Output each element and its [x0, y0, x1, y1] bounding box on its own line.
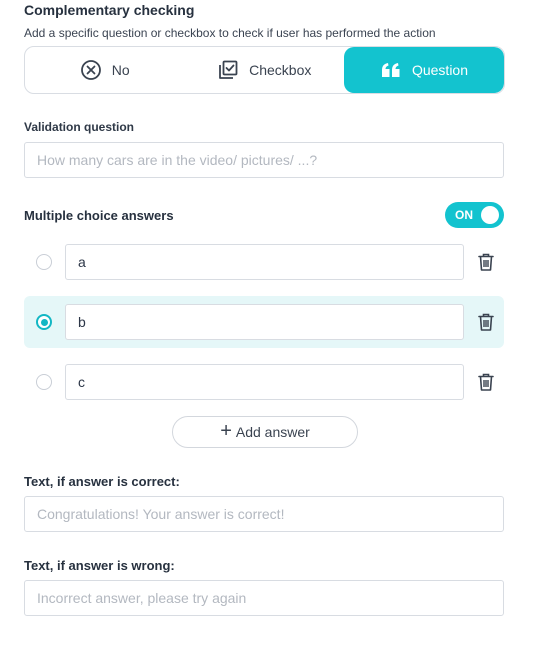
mode-option-question[interactable]: Question [344, 47, 504, 93]
add-answer-button[interactable]: + Add answer [172, 416, 358, 448]
answer-radio[interactable] [36, 374, 52, 390]
correct-text-label: Text, if answer is correct: [24, 474, 180, 489]
answer-radio[interactable] [36, 254, 52, 270]
answer-input[interactable]: a [65, 244, 464, 280]
mode-option-checkbox[interactable]: Checkbox [185, 47, 345, 93]
answer-row: c [24, 356, 504, 408]
answer-input[interactable]: c [65, 364, 464, 400]
trash-icon[interactable] [477, 252, 495, 272]
validation-question-input[interactable] [24, 142, 504, 178]
trash-icon[interactable] [477, 312, 495, 332]
answer-row: a [24, 236, 504, 288]
validation-question-label: Validation question [24, 120, 135, 134]
multiple-choice-toggle[interactable]: ON [445, 202, 504, 228]
section-title: Complementary checking [24, 2, 195, 18]
toggle-state-label: ON [455, 208, 473, 222]
wrong-text-label: Text, if answer is wrong: [24, 558, 175, 573]
trash-icon[interactable] [477, 372, 495, 392]
quote-icon [380, 59, 402, 81]
wrong-text-input[interactable] [24, 580, 504, 616]
multiple-choice-label: Multiple choice answers [24, 208, 174, 223]
mode-option-no[interactable]: No [25, 47, 185, 93]
mode-selector: No Checkbox Question [24, 46, 505, 94]
checkbox-stack-icon [217, 59, 239, 81]
section-subtitle: Add a specific question or checkbox to c… [24, 26, 436, 40]
answer-row: b [24, 296, 504, 348]
answer-radio[interactable] [36, 314, 52, 330]
mode-option-label: Checkbox [249, 62, 312, 78]
circle-x-icon [80, 59, 102, 81]
correct-text-input[interactable] [24, 496, 504, 532]
toggle-knob [481, 206, 499, 224]
plus-icon: + [220, 420, 232, 442]
add-answer-label: Add answer [235, 424, 310, 440]
answer-input[interactable]: b [65, 304, 464, 340]
mode-option-label: No [111, 62, 130, 78]
mode-option-label: Question [411, 62, 469, 78]
